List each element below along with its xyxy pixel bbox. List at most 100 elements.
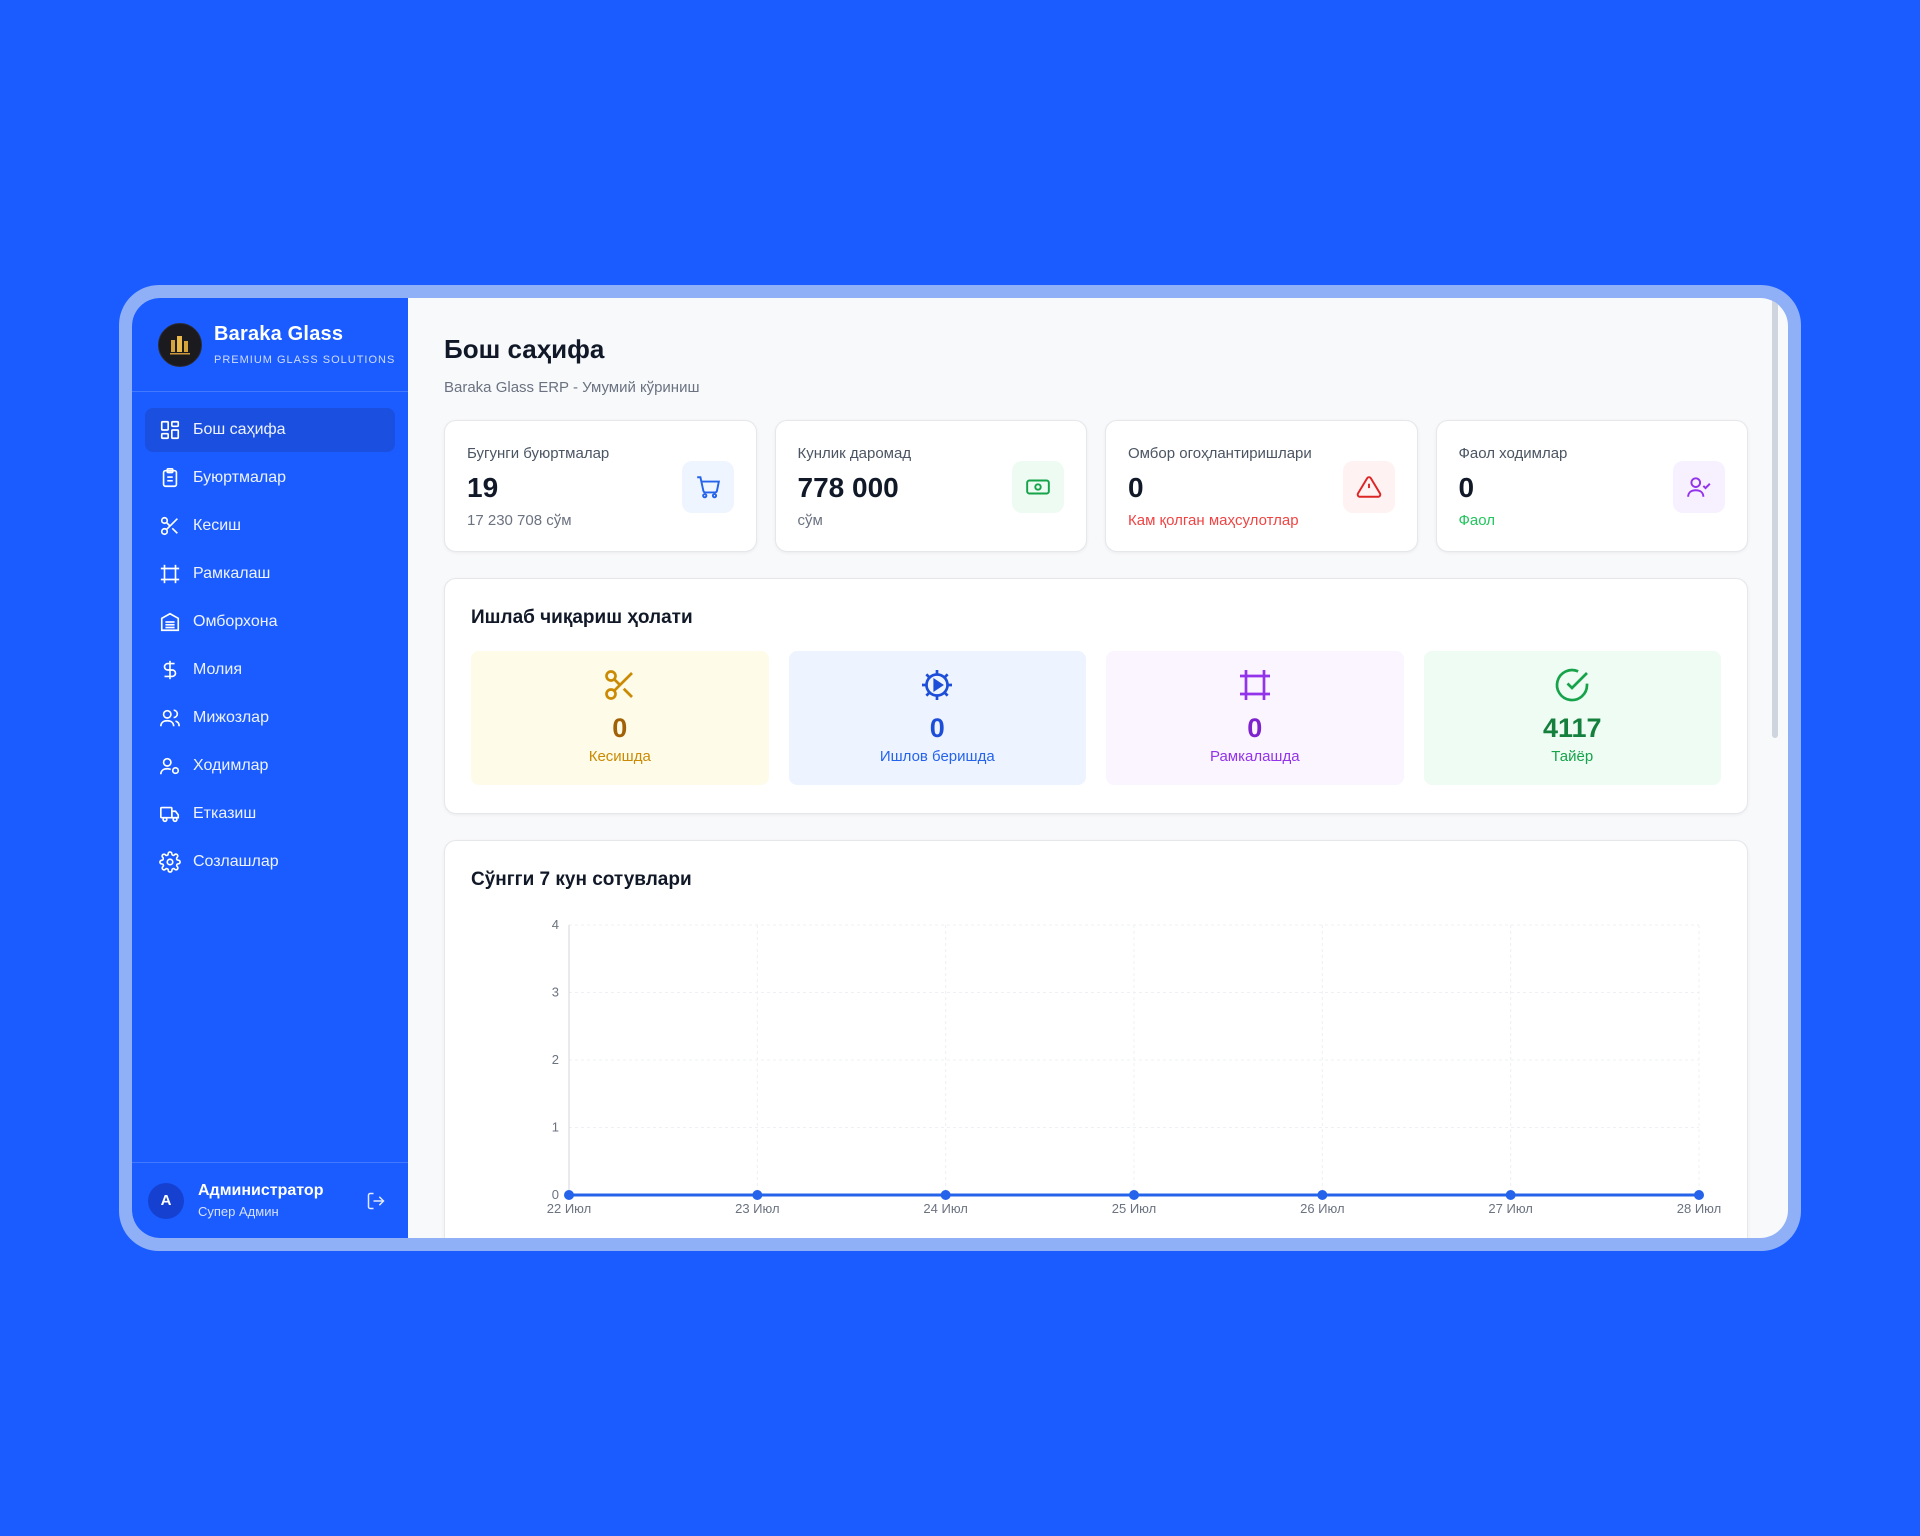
page-subtitle: Baraka Glass ERP - Умумий кўриниш (444, 379, 700, 396)
main-content: Бош саҳифа Baraka Glass ERP - Умумий кўр… (408, 298, 1788, 1238)
clipboard-icon (162, 468, 178, 488)
logout-icon[interactable] (366, 1191, 386, 1211)
data-point (1505, 1190, 1516, 1200)
alert-icon (1342, 461, 1395, 513)
sidebar-item-clients[interactable]: Мижозлар (145, 696, 395, 740)
user-cog-icon (160, 757, 180, 775)
scissors-icon (604, 670, 633, 700)
sidebar-item-cutting[interactable]: Кесиш (145, 504, 395, 548)
app-window: Baraka Glass PREMIUM GLASS SOLUTIONS Бош… (132, 298, 1788, 1238)
brand: Baraka Glass PREMIUM GLASS SOLUTIONS (132, 298, 408, 392)
warehouse-icon (160, 612, 180, 632)
cog-play-icon (922, 670, 953, 700)
x-tick-label: 24 Июл (923, 1201, 967, 1216)
sidebar-item-label: Рамкалаш (193, 565, 271, 582)
stat-note: сўм (797, 512, 823, 529)
production-value: 0 (612, 713, 628, 743)
sidebar-item-settings[interactable]: Созлашлар (145, 840, 395, 884)
sidebar-item-label: Кесиш (193, 517, 241, 534)
sidebar-item-employees[interactable]: Ходимлар (145, 744, 395, 788)
sidebar-item-label: Буюртмалар (193, 469, 287, 486)
data-point (940, 1190, 951, 1200)
stat-label: Омбор огоҳлантиришлари (1128, 445, 1312, 462)
production-card-ready[interactable]: 4117 Тайёр (1423, 651, 1721, 785)
brand-subtitle: PREMIUM GLASS SOLUTIONS (214, 354, 396, 366)
x-tick-label: 23 Июл (735, 1201, 779, 1216)
avatar: A (148, 1182, 184, 1219)
stat-card-active-employees[interactable]: Фаол ходимлар 0 Фаол (1435, 420, 1748, 552)
stat-note: 17 230 708 сўм (467, 512, 572, 529)
truck-icon (160, 806, 180, 823)
sidebar-item-label: Етказиш (193, 805, 257, 822)
user-panel: A Администратор Супер Админ (132, 1162, 408, 1238)
stats-row: Бугунги буюртмалар 19 17 230 708 сўм Кун… (444, 420, 1748, 552)
sidebar-item-label: Ходимлар (193, 757, 269, 774)
sales-line-chart: 0 1 2 3 4 22 Июл 23 Июл 24 Июл 25 Июл 26 Июл 27 Ию… (547, 917, 1721, 1216)
brand-logo (158, 322, 202, 367)
sidebar-item-dashboard[interactable]: Бош саҳифа (145, 408, 395, 452)
x-tick-label: 25 Июл (1112, 1201, 1156, 1216)
y-tick-label: 4 (552, 917, 559, 932)
production-value: 0 (1247, 713, 1263, 743)
sidebar-item-finance[interactable]: Молия (145, 648, 395, 692)
sidebar-nav: Бош саҳифа Буюртмалар Кесиш Рамкалаш Омб… (132, 392, 408, 884)
sidebar-item-label: Молия (193, 661, 242, 678)
cart-icon (681, 461, 734, 513)
data-point (752, 1190, 763, 1200)
sidebar-item-label: Омборхона (193, 613, 278, 630)
stat-card-warehouse-alerts[interactable]: Омбор огоҳлантиришлари 0 Кам қолган маҳс… (1105, 420, 1418, 552)
gear-icon (159, 851, 181, 873)
production-label: Тайёр (1551, 748, 1594, 765)
sidebar: Baraka Glass PREMIUM GLASS SOLUTIONS Бош… (132, 298, 408, 1238)
production-label: Рамкалашда (1209, 748, 1300, 765)
stat-label: Бугунги буюртмалар (467, 445, 610, 462)
scissors-icon (160, 516, 178, 536)
user-check-icon (1673, 461, 1725, 513)
x-tick-label: 22 Июл (547, 1201, 591, 1216)
production-value: 4117 (1542, 713, 1602, 743)
production-card-framing[interactable]: 0 Рамкалашда (1106, 651, 1404, 785)
sidebar-item-warehouse[interactable]: Омборхона (145, 600, 395, 644)
check-circle-icon (1555, 668, 1589, 702)
data-point (1129, 1190, 1139, 1200)
dollar-icon (163, 660, 177, 680)
sidebar-item-label: Мижозлар (193, 709, 269, 726)
page-title: Бош саҳифа (444, 334, 605, 364)
y-tick-label: 0 (552, 1187, 559, 1202)
y-tick-label: 3 (552, 985, 559, 1000)
stat-card-orders[interactable]: Бугунги буюртмалар 19 17 230 708 сўм (444, 420, 757, 552)
sidebar-item-orders[interactable]: Буюртмалар (145, 456, 395, 500)
x-tick-label: 28 Июл (1677, 1201, 1721, 1216)
production-card-processing[interactable]: 0 Ишлов беришда (788, 651, 1086, 785)
frame-icon (160, 564, 180, 584)
data-point (564, 1190, 574, 1200)
scrollbar[interactable] (1772, 298, 1778, 738)
production-status-panel: Ишлаб чиқариш ҳолати 0 Кесишда 0 Ишлов б… (444, 578, 1748, 814)
sales-chart-panel: Сўнгги 7 кун сотувлари 0 1 2 3 4 22 Июл 23 Июл… (444, 840, 1748, 1238)
user-role: Супер Админ (198, 1204, 279, 1219)
x-tick-label: 27 Июл (1488, 1201, 1532, 1216)
data-point (1317, 1190, 1328, 1200)
production-label: Кесишда (588, 748, 651, 765)
panel-title: Сўнгги 7 кун сотувлари (471, 869, 692, 890)
stat-card-revenue[interactable]: Кунлик даромад 778 000 сўм (774, 420, 1087, 552)
frame-icon (1239, 670, 1270, 700)
y-tick-label: 1 (552, 1120, 559, 1135)
user-name: Администратор (198, 1182, 324, 1199)
production-label: Ишлов беришда (879, 748, 995, 765)
dashboard-icon (160, 420, 180, 440)
cash-icon (1012, 461, 1064, 513)
sidebar-item-delivery[interactable]: Етказиш (145, 792, 395, 836)
stat-label: Кунлик даромад (797, 445, 912, 462)
x-tick-label: 26 Июл (1300, 1201, 1344, 1216)
sidebar-item-label: Созлашлар (193, 853, 279, 870)
production-card-cutting[interactable]: 0 Кесишда (471, 651, 769, 785)
data-point (1694, 1190, 1704, 1200)
users-icon (160, 709, 180, 727)
sidebar-item-framing[interactable]: Рамкалаш (145, 552, 395, 596)
panel-title: Ишлаб чиқариш ҳолати (471, 607, 693, 628)
stat-note: Фаол (1458, 512, 1496, 529)
y-tick-label: 2 (552, 1052, 559, 1067)
sidebar-item-label: Бош саҳифа (193, 421, 286, 438)
brand-title: Baraka Glass (214, 323, 344, 345)
